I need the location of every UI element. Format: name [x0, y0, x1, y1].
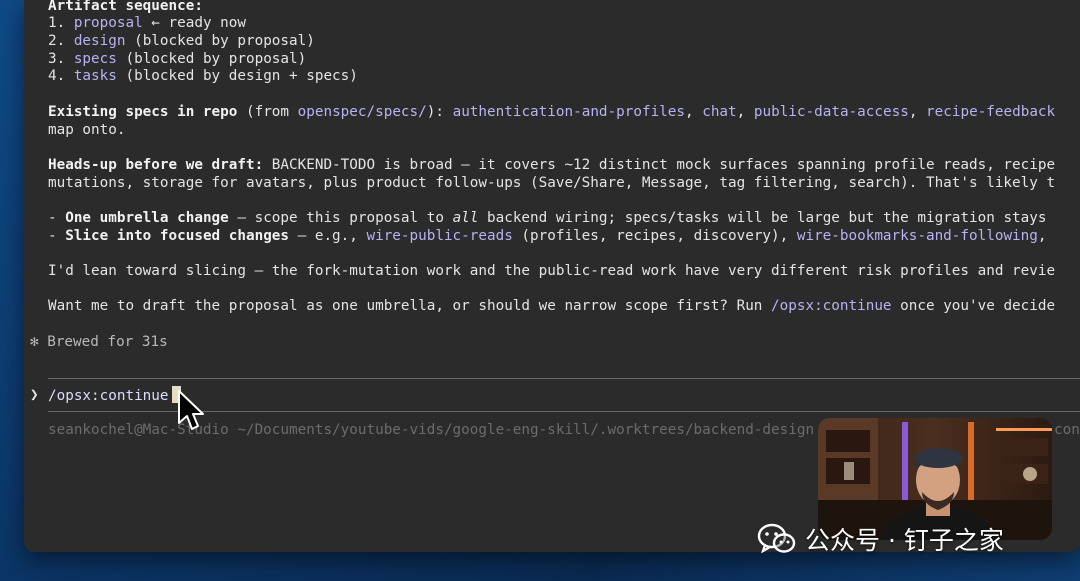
- spinner-star-icon: ✻: [30, 334, 39, 350]
- command-link[interactable]: /opsx:continue: [771, 298, 892, 314]
- artifact-item: 3. specs (blocked by proposal): [48, 50, 306, 68]
- change-link[interactable]: wire-public-reads: [366, 228, 512, 244]
- status-path: seankochel@Mac-Studio ~/Documents/youtub…: [48, 422, 815, 438]
- artifact-status: ← ready now: [142, 15, 246, 31]
- headsup-heading: Heads-up before we draft:: [48, 157, 264, 173]
- prompt-chevron-icon: ❯: [30, 387, 39, 403]
- option-title: Slice into focused changes: [65, 228, 290, 244]
- artifact-num: 3.: [48, 51, 66, 67]
- text-fragment: once you've decide: [891, 298, 1056, 314]
- lean-line: I'd lean toward slicing — the fork-mutat…: [48, 263, 1056, 279]
- wechat-watermark: 公众号 · 钉子之家: [757, 521, 1004, 557]
- prompt-input-text: /opsx:continue: [48, 388, 169, 404]
- artifact-item: 4. tasks (blocked by design + specs): [48, 67, 358, 85]
- option-umbrella: - One umbrella change — scope this propo…: [48, 209, 1046, 227]
- text-fragment: backend wiring; specs/tasks will be larg…: [478, 210, 1047, 226]
- artifact-status: (blocked by design + specs): [116, 68, 358, 84]
- text-fragment: (from: [237, 104, 298, 120]
- headsup-line: Heads-up before we draft: BACKEND-TODO i…: [48, 156, 1055, 174]
- existing-specs-line: Existing specs in repo (from openspec/sp…: [48, 103, 1055, 121]
- spec-link[interactable]: chat: [702, 104, 736, 120]
- text-fragment: Want me to draft the proposal as one umb…: [48, 298, 772, 314]
- artifact-name[interactable]: design: [74, 33, 126, 49]
- option-title: One umbrella change: [65, 210, 229, 226]
- text-fragment: — scope this proposal to: [228, 210, 453, 226]
- watermark-text: 公众号 · 钉子之家: [805, 526, 1004, 555]
- artifact-item: 1. proposal ← ready now: [48, 14, 246, 32]
- status-line-tail: con: [1054, 422, 1080, 438]
- brewed-text: Brewed for 31s: [38, 334, 168, 350]
- artifact-name[interactable]: tasks: [74, 68, 117, 84]
- artifact-item: 2. design (blocked by proposal): [48, 32, 315, 50]
- brewed-line: ✻ Brewed for 31s: [30, 333, 168, 351]
- spec-link[interactable]: recipe-feedback: [926, 104, 1055, 120]
- spec-link[interactable]: public-data-access: [754, 104, 909, 120]
- separator: ,: [685, 104, 703, 120]
- prompt-input[interactable]: /opsx:continue: [48, 386, 181, 405]
- mouse-pointer-icon: [178, 390, 204, 430]
- text-fragment: (profiles, recipes, discovery),: [512, 228, 797, 244]
- change-link[interactable]: wire-bookmarks-and-following: [797, 228, 1038, 244]
- text-fragment: ,: [1037, 228, 1047, 244]
- artifact-status: (blocked by proposal): [116, 51, 307, 67]
- ask-line: Want me to draft the proposal as one umb…: [48, 297, 1055, 315]
- headsup-text: BACKEND-TODO is broad — it covers ~12 di…: [263, 157, 1056, 173]
- headsup-line2: mutations, storage for avatars, plus pro…: [48, 175, 1056, 191]
- spec-link[interactable]: authentication-and-profiles: [453, 104, 685, 120]
- artifact-status: (blocked by proposal): [125, 33, 315, 49]
- artifact-name[interactable]: proposal: [74, 15, 143, 31]
- existing-specs-heading: Existing specs in repo: [48, 104, 238, 120]
- artifact-name[interactable]: specs: [74, 51, 117, 67]
- separator: ,: [736, 104, 754, 120]
- existing-specs-line2: map onto.: [48, 122, 126, 138]
- status-line: seankochel@Mac-Studio ~/Documents/youtub…: [48, 421, 814, 439]
- emphasis: all: [452, 210, 479, 226]
- specs-path-link[interactable]: openspec/specs/: [298, 104, 427, 120]
- text-fragment: — e.g.,: [289, 228, 367, 244]
- artifact-num: 4.: [48, 68, 66, 84]
- artifact-num: 2.: [48, 33, 66, 49]
- separator: ,: [908, 104, 927, 120]
- wechat-icon: [757, 523, 796, 554]
- text-fragment: ):: [426, 104, 453, 120]
- artifact-num: 1.: [48, 15, 66, 31]
- bullet-dash: -: [48, 228, 66, 244]
- artifact-heading: Artifact sequence:: [48, 0, 203, 14]
- option-slice: - Slice into focused changes — e.g., wir…: [48, 227, 1046, 245]
- bullet-dash: -: [48, 210, 66, 226]
